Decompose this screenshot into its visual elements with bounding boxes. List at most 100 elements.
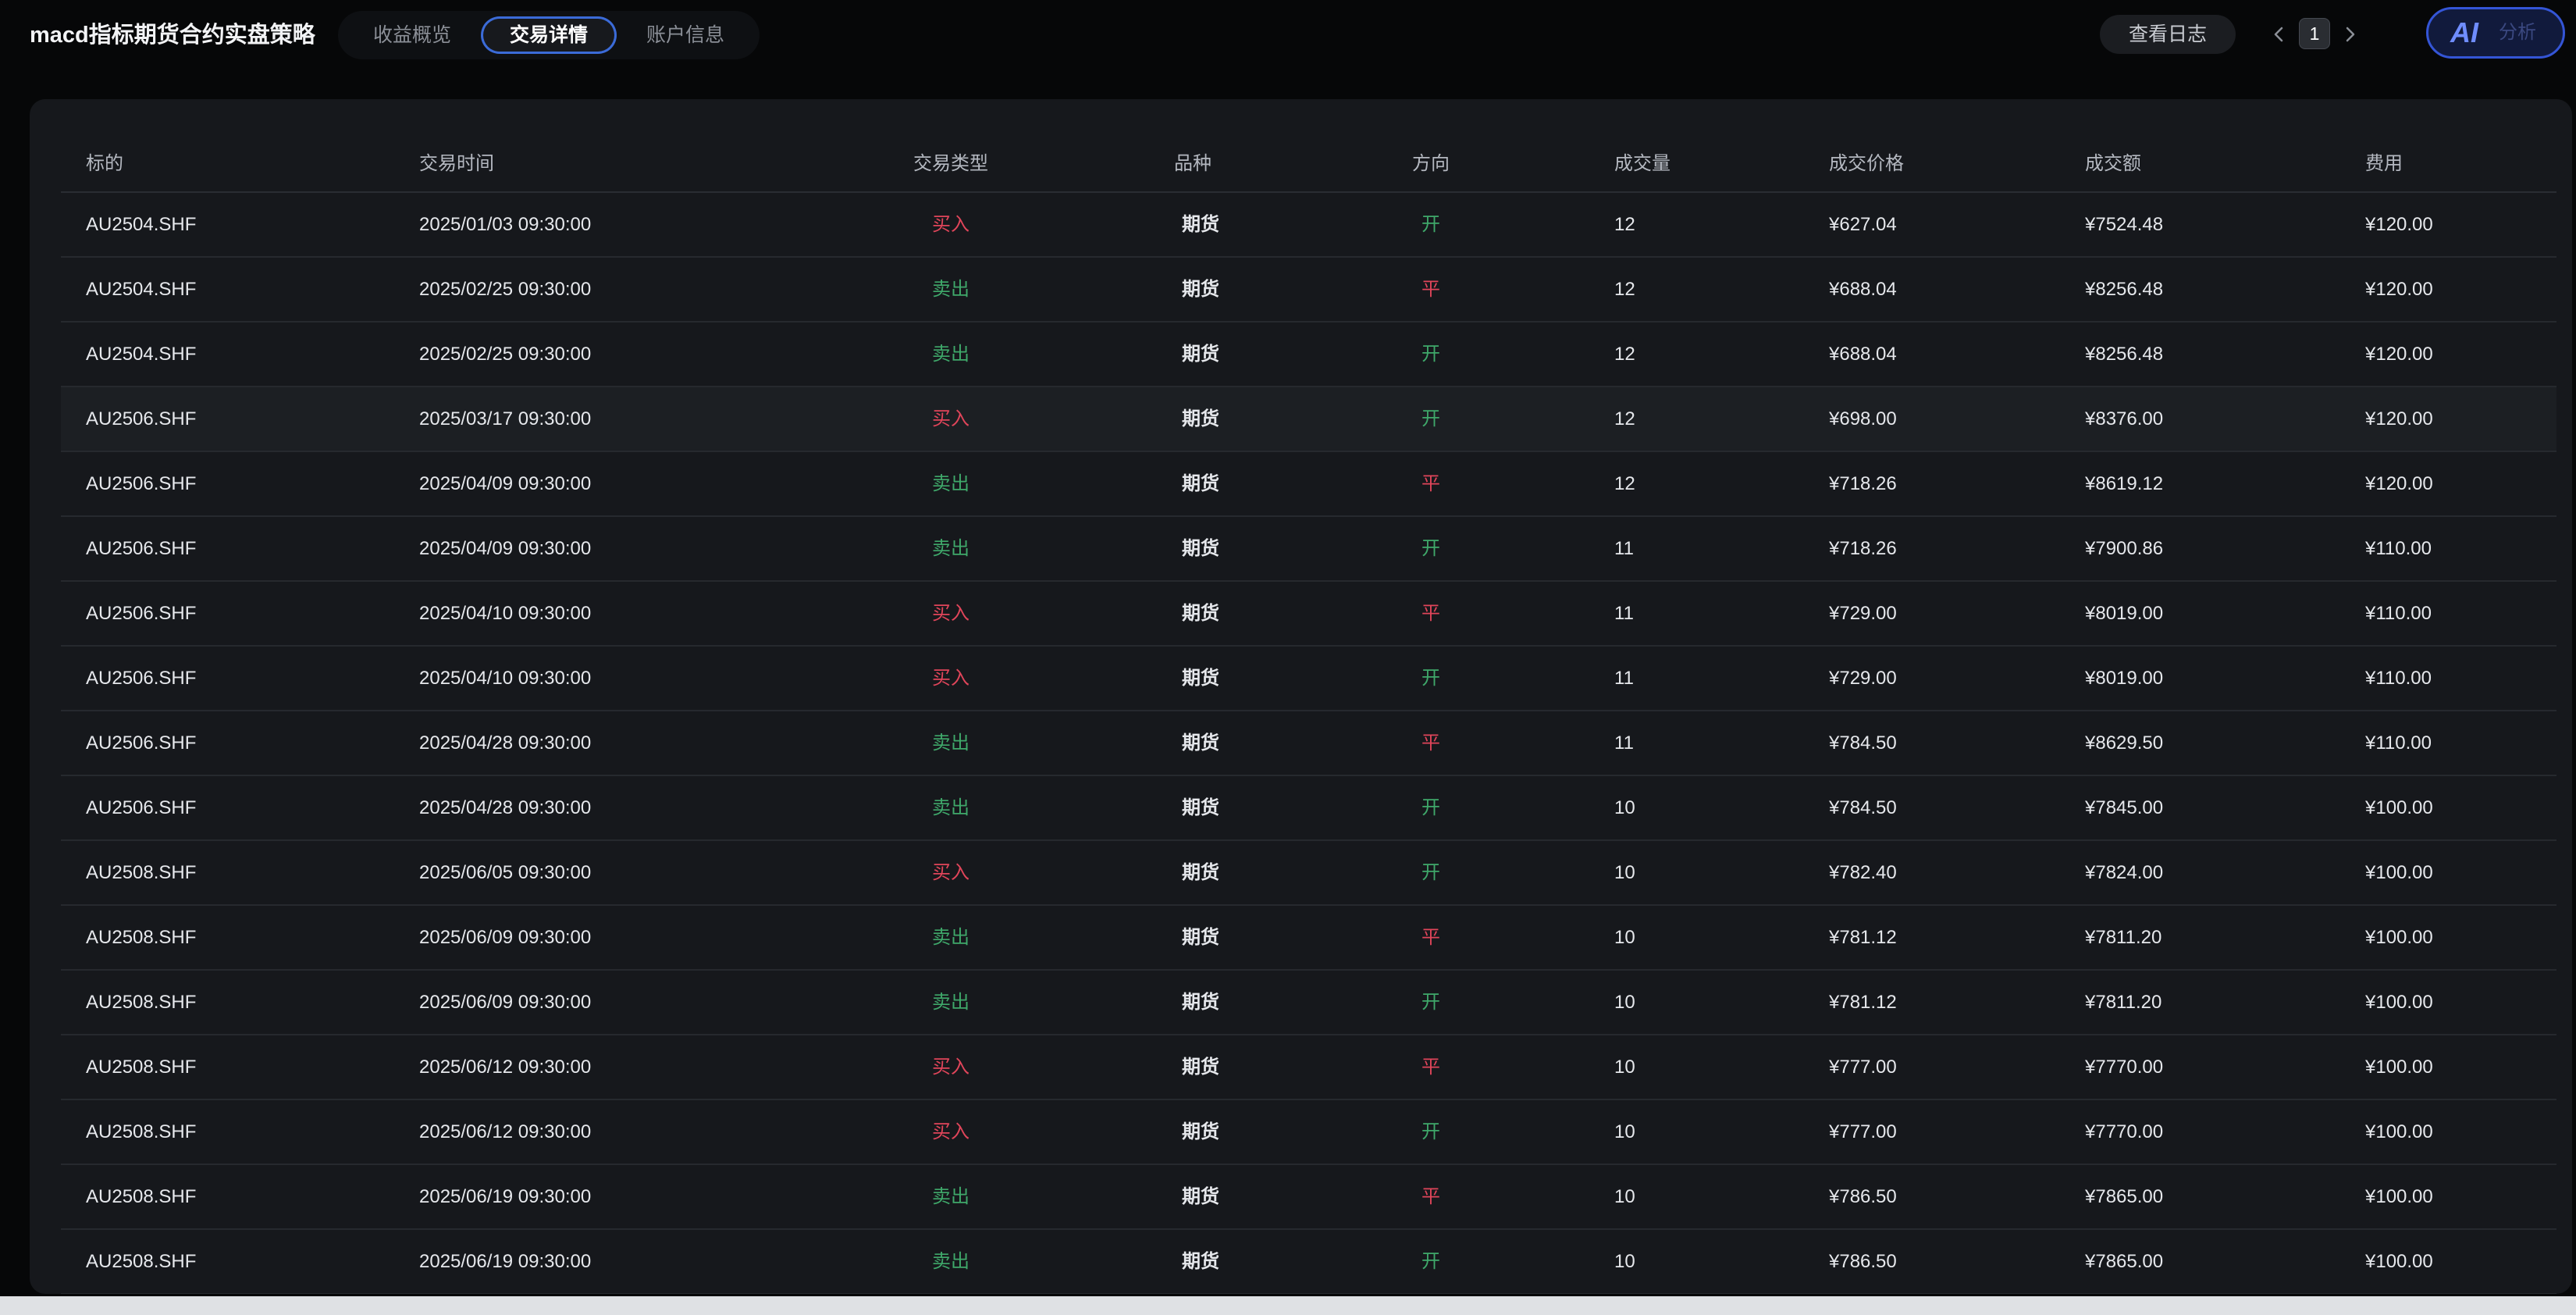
table-row[interactable]: AU2508.SHF 2025/06/05 09:30:00 买入 期货 开 10 ¥782… [61,841,2556,906]
chevron-left-icon[interactable] [2264,19,2295,50]
cell-kind: 期货 [1182,1121,1219,1142]
cell-fee: ¥100.00 [2365,927,2433,948]
cell-trade-type: 卖出 [932,732,970,754]
table-row[interactable]: AU2508.SHF 2025/06/19 09:30:00 卖出 期货 开 10 ¥786… [61,1230,2556,1294]
table-row[interactable]: AU2506.SHF 2025/04/28 09:30:00 卖出 期货 开 10 ¥784… [61,776,2556,841]
cell-volume: 11 [1614,732,1634,754]
cell-symbol: AU2508.SHF [86,862,197,883]
cell-symbol: AU2508.SHF [86,1186,197,1207]
cell-amount: ¥8376.00 [2085,408,2164,429]
cell-price: ¥784.50 [1829,732,1897,754]
cell-trade-time: 2025/04/28 09:30:00 [419,732,592,754]
cell-direction: 平 [1421,473,1440,494]
cell-symbol: AU2508.SHF [86,1121,197,1142]
cell-symbol: AU2506.SHF [86,668,197,689]
cell-kind: 期货 [1182,279,1219,300]
table-row[interactable]: AU2504.SHF 2025/02/25 09:30:00 卖出 期货 开 12 ¥688… [61,323,2556,387]
cell-kind: 期货 [1182,214,1219,235]
cell-kind: 期货 [1182,1057,1219,1078]
cell-trade-time: 2025/06/19 09:30:00 [419,1251,592,1272]
ai-analysis-button[interactable]: AI 分析 [2426,7,2565,59]
cell-direction: 开 [1421,344,1440,365]
column-header-direction[interactable]: 方向 [1388,137,1474,191]
cell-volume: 12 [1614,408,1635,429]
table-row[interactable]: AU2506.SHF 2025/04/10 09:30:00 买入 期货 平 11 ¥729… [61,582,2556,647]
cell-fee: ¥100.00 [2365,1251,2433,1272]
cell-direction: 平 [1421,1186,1440,1207]
chevron-right-icon[interactable] [2334,19,2365,50]
cell-trade-type: 买入 [932,1121,970,1142]
table-row[interactable]: AU2506.SHF 2025/04/09 09:30:00 卖出 期货 开 11 ¥718… [61,517,2556,582]
strategy-title: macd指标期货合约实盘策略 [30,23,315,48]
cell-price: ¥729.00 [1829,603,1897,624]
cell-volume: 11 [1614,603,1634,624]
cell-trade-type: 卖出 [932,473,970,494]
cell-trade-time: 2025/02/25 09:30:00 [419,344,592,365]
column-header-price[interactable]: 成交价格 [1829,137,1904,191]
table-row[interactable]: AU2506.SHF 2025/04/09 09:30:00 卖出 期货 平 12 ¥718… [61,452,2556,517]
cell-direction: 开 [1421,538,1440,559]
column-header-trade-time[interactable]: 交易时间 [419,137,494,191]
cell-symbol: AU2504.SHF [86,279,197,300]
cell-fee: ¥100.00 [2365,1186,2433,1207]
cell-price: ¥786.50 [1829,1186,1897,1207]
cell-trade-time: 2025/06/05 09:30:00 [419,862,592,883]
table-row[interactable]: AU2506.SHF 2025/04/10 09:30:00 买入 期货 开 11 ¥729… [61,647,2556,711]
cell-direction: 开 [1421,1121,1440,1142]
page-number-current[interactable]: 1 [2299,18,2330,49]
cell-trade-time: 2025/06/12 09:30:00 [419,1121,592,1142]
column-header-symbol[interactable]: 标的 [86,137,123,191]
cell-fee: ¥100.00 [2365,797,2433,818]
table-row[interactable]: AU2508.SHF 2025/06/12 09:30:00 买入 期货 平 10 ¥777… [61,1035,2556,1100]
cell-trade-time: 2025/06/09 09:30:00 [419,927,592,948]
cell-volume: 12 [1614,344,1635,365]
cell-kind: 期货 [1182,408,1219,429]
cell-direction: 开 [1421,1251,1440,1272]
cell-trade-type: 买入 [932,214,970,235]
column-header-volume[interactable]: 成交量 [1614,137,1670,191]
column-header-trade-type[interactable]: 交易类型 [896,137,1005,191]
cell-amount: ¥8256.48 [2085,279,2164,300]
cell-trade-type: 卖出 [932,1251,970,1272]
table-row[interactable]: AU2506.SHF 2025/03/17 09:30:00 买入 期货 开 12 ¥698… [61,387,2556,452]
cell-volume: 12 [1614,473,1635,494]
column-header-kind[interactable]: 品种 [1154,137,1232,191]
cell-kind: 期货 [1182,344,1219,365]
cell-direction: 开 [1421,408,1440,429]
table-row[interactable]: AU2508.SHF 2025/06/09 09:30:00 卖出 期货 平 10 ¥781… [61,906,2556,971]
table-row[interactable]: AU2508.SHF 2025/06/19 09:30:00 卖出 期货 平 10 ¥786… [61,1165,2556,1230]
cell-price: ¥781.12 [1829,992,1897,1013]
table-body: AU2504.SHF 2025/01/03 09:30:00 买入 期货开 12 ¥627… [61,193,2556,1294]
tab-trade-details[interactable]: 交易详情 [481,16,617,54]
tab-account-info[interactable]: 账户信息 [627,16,744,54]
table-row[interactable]: AU2504.SHF 2025/01/03 09:30:00 买入 期货 开 12 ¥627… [61,193,2556,258]
table-row[interactable]: AU2508.SHF 2025/06/09 09:30:00 卖出 期货 开 10 ¥781… [61,971,2556,1035]
cell-amount: ¥8256.48 [2085,344,2164,365]
cell-symbol: AU2506.SHF [86,732,197,754]
cell-amount: ¥8619.12 [2085,473,2164,494]
cell-trade-type: 卖出 [932,797,970,818]
table-row[interactable]: AU2506.SHF 2025/04/28 09:30:00 卖出 期货 平 11 ¥784… [61,711,2556,776]
ai-logo-icon: AI [2450,16,2478,48]
cell-trade-type: 买入 [932,603,970,624]
cell-direction: 平 [1421,732,1440,754]
cell-direction: 开 [1421,214,1440,235]
cell-direction: 平 [1421,279,1440,300]
cell-amount: ¥7770.00 [2085,1057,2164,1078]
column-header-fee[interactable]: 费用 [2365,137,2403,191]
cell-price: ¥729.00 [1829,668,1897,689]
tab-profit-overview[interactable]: 收益概览 [354,16,471,54]
cell-amount: ¥7865.00 [2085,1251,2164,1272]
cell-symbol: AU2506.SHF [86,538,197,559]
cell-kind: 期货 [1182,538,1219,559]
cell-direction: 开 [1421,797,1440,818]
cell-symbol: AU2506.SHF [86,473,197,494]
cell-price: ¥781.12 [1829,927,1897,948]
table-row[interactable]: AU2504.SHF 2025/02/25 09:30:00 卖出 期货 平 12 ¥688… [61,258,2556,323]
column-header-amount[interactable]: 成交额 [2085,137,2141,191]
table-row[interactable]: AU2508.SHF 2025/06/12 09:30:00 买入 期货 开 10 ¥777… [61,1100,2556,1165]
cell-amount: ¥7811.20 [2085,992,2162,1013]
view-log-button[interactable]: 查看日志 [2100,15,2236,54]
top-bar: macd指标期货合约实盘策略 收益概览 交易详情 账户信息 查看日志 1 AI … [0,0,2576,94]
cell-symbol: AU2506.SHF [86,603,197,624]
